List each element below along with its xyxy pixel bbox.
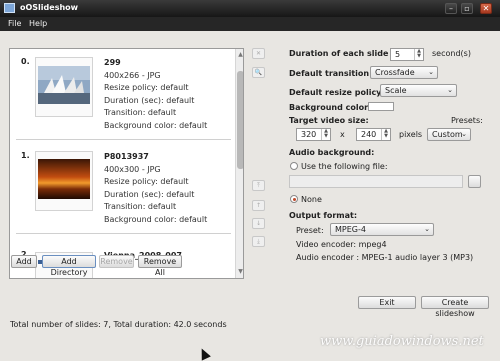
slide-background: Background color: default [104,214,208,224]
slide-thumbnail [35,57,93,117]
chevron-down-icon: ⌄ [424,225,430,233]
watermark: www.guiadowindows.net [320,334,484,349]
size-preset-select[interactable]: Custom ⌄ [427,128,471,141]
pixels-label: pixels [399,130,423,139]
slide-duration: Duration (sec): default [104,189,195,199]
list-scrollbar[interactable]: ▲ ▼ [235,49,243,278]
slide-background: Background color: default [104,120,208,130]
presets-label: Presets: [451,116,483,125]
spinner-arrows-icon[interactable]: ▲ ▼ [381,129,390,140]
resize-policy-value: Scale [385,86,407,95]
browse-audio-button[interactable] [468,175,481,188]
background-color-label: Background color: [289,103,372,112]
audio-encoder-text: Audio encoder : MPEG-1 audio layer 3 (MP… [296,253,474,262]
menu-file[interactable]: File [8,19,21,28]
slide-name: 299 [104,58,121,67]
window-title: oOSlideshow [20,3,79,12]
close-icon[interactable]: ✕ [480,3,492,14]
none-label: None [301,195,322,204]
move-down-button: ↓ [252,218,265,229]
create-slideshow-button[interactable]: Create slideshow [421,296,489,318]
remove-all-button[interactable]: Remove All [138,255,182,277]
width-spinner[interactable]: 320 ▲ ▼ [296,128,331,141]
add-button[interactable]: Add [11,255,37,268]
output-preset-value: MPEG-4 [335,225,366,234]
slide-duration: Duration (sec): default [104,95,195,105]
move-top-button: ⤒ [252,180,265,191]
scrollbar-thumb[interactable] [237,71,243,169]
zoom-icon[interactable]: 🔍 [252,67,265,78]
slide-resize: Resize policy: default [104,177,189,187]
slide-name: P8013937 [104,152,149,161]
main-content: 0. 299 400x266 - JPG Resize policy: defa… [0,31,500,361]
output-format-label: Output format: [289,211,358,220]
spinner-arrows-icon[interactable]: ▲ ▼ [414,49,423,60]
menu-help[interactable]: Help [29,19,47,28]
list-item[interactable]: 0. 299 400x266 - JPG Resize policy: defa… [10,49,234,142]
transition-label: Default transition : [289,69,376,78]
background-color-swatch[interactable] [368,102,394,111]
none-radio[interactable] [290,195,298,203]
slide-thumbnail [35,151,93,211]
maximize-icon[interactable]: ▫ [461,3,473,14]
scroll-up-icon[interactable]: ▲ [237,51,243,59]
add-directory-button[interactable]: Add Directory [42,255,96,277]
title-bar[interactable]: oOSlideshow – ▫ ✕ [0,0,500,17]
minimize-icon[interactable]: – [445,3,457,14]
audio-background-label: Audio background: [289,148,375,157]
resize-policy-label: Default resize policy: [289,88,385,97]
slide-transition: Transition: default [104,202,177,212]
size-preset-value: Custom [432,130,463,139]
menu-bar: File Help [0,17,500,31]
size-separator: x [340,130,345,139]
audio-file-field[interactable] [289,175,463,188]
duration-spinner[interactable]: 5 ▲ ▼ [390,48,424,61]
preset-label: Preset: [296,226,324,235]
use-file-radio[interactable] [290,162,298,170]
list-item[interactable]: 1. P8013937 400x300 - JPG Resize policy:… [10,143,234,236]
spinner-arrows-icon[interactable]: ▲ ▼ [321,129,330,140]
transition-value: Crossfade [375,68,415,77]
output-preset-select[interactable]: MPEG-4 ⌄ [330,223,434,236]
mouse-cursor-icon [197,346,211,361]
slide-resize: Resize policy: default [104,83,189,93]
scroll-down-icon[interactable]: ▼ [237,268,243,276]
chevron-down-icon: ⌄ [428,68,434,76]
slide-size: 400x300 - JPG [104,164,161,174]
use-file-label: Use the following file: [301,162,388,171]
slide-index: 0. [21,57,30,66]
opera-house-image [38,66,90,104]
duration-label: Duration of each slide : [289,49,395,58]
height-spinner[interactable]: 240 ▲ ▼ [356,128,391,141]
status-bar-text: Total number of slides: 7, Total duratio… [10,320,227,329]
slide-index: 1. [21,151,30,160]
width-value: 320 [301,130,317,139]
slide-size: 400x266 - JPG [104,70,161,80]
move-up-button: ↑ [252,200,265,211]
slide-list[interactable]: 0. 299 400x266 - JPG Resize policy: defa… [9,48,244,279]
slide-info: P8013937 400x300 - JPG Resize policy: de… [104,151,207,227]
video-encoder-text: Video encoder: mpeg4 [296,240,387,249]
move-bottom-button: ⤓ [252,236,265,247]
list-separator [16,233,231,234]
sunset-image [38,159,90,199]
height-value: 240 [361,130,377,139]
remove-button: Remove [99,255,134,268]
app-icon [4,3,15,13]
exit-button[interactable]: Exit [358,296,416,309]
shuffle-button[interactable]: ✕ [252,48,265,59]
resize-policy-select[interactable]: Scale ⌄ [380,84,457,97]
chevron-down-icon: ⌄ [447,86,453,94]
chevron-down-icon: ⌄ [461,130,467,138]
slide-info: 299 400x266 - JPG Resize policy: default… [104,57,207,133]
transition-select[interactable]: Crossfade ⌄ [370,66,438,79]
slide-transition: Transition: default [104,108,177,118]
duration-value: 5 [395,50,401,59]
video-size-label: Target video size: [289,116,369,125]
duration-unit: second(s) [432,49,471,58]
list-separator [16,139,231,140]
